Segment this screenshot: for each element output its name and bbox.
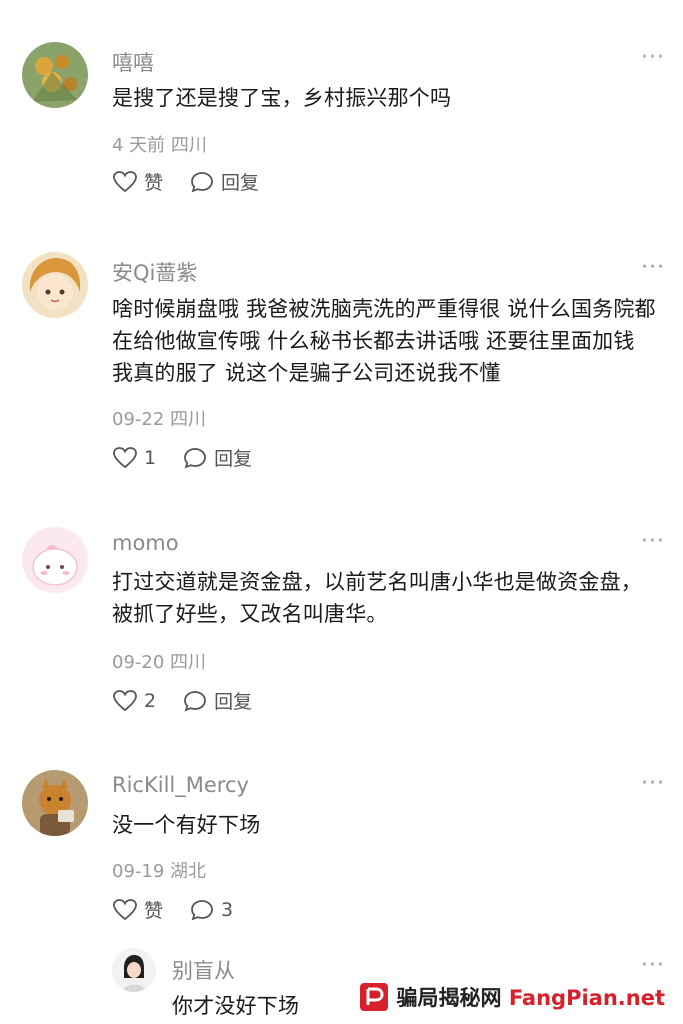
speech-bubble-icon <box>184 690 206 712</box>
like-label: 赞 <box>144 900 164 922</box>
more-dots-icon[interactable]: ··· <box>641 529 665 554</box>
comment-actions: 赞 回复 <box>112 168 285 195</box>
comment-meta: 09-22 四川 <box>112 409 207 430</box>
reply-button[interactable]: 回复 <box>189 168 259 195</box>
watermark-text-cn: 骗局揭秘网 <box>396 986 502 1010</box>
comment-meta: 4 天前 四川 <box>112 135 207 156</box>
watermark-logo-icon <box>359 983 388 1011</box>
heart-outline-icon <box>113 689 137 711</box>
avatar[interactable] <box>22 770 88 836</box>
comment-meta: 09-20 四川 <box>112 652 207 673</box>
like-label: 赞 <box>144 172 164 194</box>
comment-text: 打过交道就是资金盘，以前艺名叫唐小华也是做资金盘，被抓了好些，又改名叫唐华。 <box>112 570 642 626</box>
speech-bubble-icon <box>191 899 213 921</box>
avatar[interactable] <box>112 948 156 992</box>
speech-bubble-icon <box>184 447 206 469</box>
watermark-text-en: FangPian.net <box>508 986 665 1010</box>
reply-button[interactable]: 回复 <box>182 444 252 471</box>
reply-label: 回复 <box>221 172 260 194</box>
like-count: 2 <box>144 689 157 712</box>
avatar[interactable] <box>22 252 88 318</box>
heart-outline-icon <box>113 170 137 192</box>
username[interactable]: 别盲从 <box>172 955 235 985</box>
comment-actions: 2 回复 <box>112 687 278 714</box>
more-dots-icon[interactable]: ··· <box>641 953 665 978</box>
like-button[interactable]: 2 <box>112 689 156 713</box>
comment-actions: 赞 3 <box>112 896 259 923</box>
like-button[interactable]: 赞 <box>112 896 163 923</box>
reply-button[interactable]: 3 <box>189 898 233 922</box>
heart-outline-icon <box>113 898 137 920</box>
comment-text: 啥时候崩盘哦 我爸被洗脑壳洗的严重得很 说什么国务院都在给他做宣传哦 什么秘书长… <box>112 297 656 385</box>
avatar[interactable] <box>22 42 88 108</box>
avatar[interactable] <box>22 527 88 593</box>
comment-text: 没一个有好下场 <box>112 813 261 837</box>
username[interactable]: momo <box>112 531 179 555</box>
comment-meta: 09-19 湖北 <box>112 861 207 882</box>
like-button[interactable]: 赞 <box>112 168 163 195</box>
reply-label: 回复 <box>214 448 253 470</box>
more-dots-icon[interactable]: ··· <box>641 771 665 796</box>
like-button[interactable]: 1 <box>112 446 156 470</box>
like-count: 1 <box>144 446 157 469</box>
heart-outline-icon <box>113 446 137 468</box>
reply-count: 3 <box>221 898 234 921</box>
username[interactable]: 嘻嘻 <box>112 47 154 77</box>
speech-bubble-icon <box>191 171 213 193</box>
reply-button[interactable]: 回复 <box>182 687 252 714</box>
reply-label: 回复 <box>214 691 253 713</box>
username[interactable]: RicKill_Mercy <box>112 773 249 797</box>
more-dots-icon[interactable]: ··· <box>641 255 665 280</box>
comment-actions: 1 回复 <box>112 444 278 471</box>
username[interactable]: 安Qi蔷紫 <box>112 257 197 287</box>
comment-text: 是搜了还是搜了宝，乡村振兴那个吗 <box>112 86 452 110</box>
watermark: 骗局揭秘网 FangPian.net <box>352 978 671 1016</box>
more-dots-icon[interactable]: ··· <box>641 45 665 70</box>
